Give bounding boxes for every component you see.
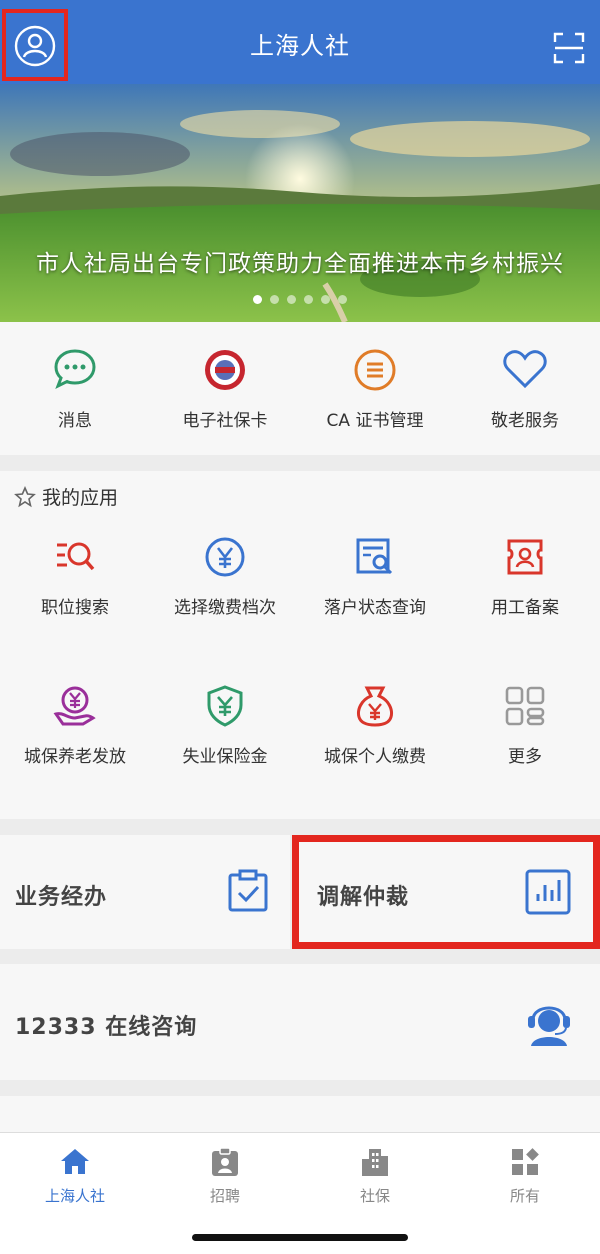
- building-icon: [362, 1149, 388, 1176]
- app-header: 上海人社: [0, 0, 600, 84]
- shield-yuan-icon: [207, 685, 243, 727]
- clipboard-check-icon: [228, 869, 268, 912]
- carousel-dot[interactable]: [270, 295, 279, 304]
- app-label: 落户状态查询: [324, 598, 426, 618]
- badge-icon: [212, 1147, 238, 1176]
- tab-social-security[interactable]: 社保: [300, 1133, 450, 1213]
- app-hukou-status[interactable]: 落户状态查询: [300, 535, 450, 645]
- carousel-dot[interactable]: [253, 295, 262, 304]
- banner-image: [0, 84, 600, 322]
- page-title: 上海人社: [250, 32, 350, 60]
- app-pension[interactable]: 城保养老发放: [0, 684, 150, 794]
- grid-more-icon: [505, 686, 545, 726]
- carousel-dots[interactable]: [0, 289, 600, 308]
- quick-actions: 消息 电子社保卡 CA 证书管理 敬老服务: [0, 322, 600, 455]
- carousel-dot[interactable]: [304, 295, 313, 304]
- banner-caption: 市人社局出台专门政策助力全面推进本市乡村振兴: [36, 251, 564, 277]
- message-icon: [54, 349, 96, 390]
- tab-label: 上海人社: [44, 1187, 105, 1205]
- carousel-dot[interactable]: [321, 295, 330, 304]
- mediation-card[interactable]: 调解仲裁: [292, 835, 600, 949]
- app-personal-payment[interactable]: 城保个人缴费: [300, 684, 450, 794]
- bar-chart-icon: [525, 869, 571, 915]
- home-icon: [61, 1149, 89, 1174]
- scan-icon[interactable]: [553, 32, 585, 64]
- money-bag-icon: [357, 686, 393, 727]
- heart-icon: [503, 350, 547, 389]
- app-label: 失业保险金: [182, 747, 268, 767]
- card-title: 12333 在线咨询: [15, 1015, 198, 1040]
- card-title: 业务经办: [15, 885, 108, 910]
- carousel-dot[interactable]: [338, 295, 347, 304]
- quick-item-ca[interactable]: CA 证书管理: [300, 322, 450, 455]
- job-search-icon: [57, 542, 95, 571]
- consult-card[interactable]: 12333 在线咨询: [0, 964, 600, 1080]
- employment-record-icon: [507, 539, 543, 575]
- tab-home[interactable]: 上海人社: [0, 1133, 150, 1213]
- app-employment-record[interactable]: 用工备案: [450, 535, 600, 645]
- news-banner[interactable]: 市人社局出台专门政策助力全面推进本市乡村振兴: [0, 84, 600, 322]
- quick-item-label: CA 证书管理: [326, 411, 424, 431]
- app-label: 更多: [508, 747, 542, 767]
- business-card[interactable]: 业务经办: [0, 835, 290, 949]
- app-label: 选择缴费档次: [174, 598, 276, 618]
- document-search-icon: [356, 538, 393, 575]
- card-title: 调解仲裁: [317, 885, 410, 910]
- quick-item-ecard[interactable]: 电子社保卡: [150, 322, 300, 455]
- quick-item-label: 敬老服务: [491, 411, 559, 431]
- app-job-search[interactable]: 职位搜索: [0, 535, 150, 645]
- tab-all[interactable]: 所有: [450, 1133, 600, 1213]
- app-label: 职位搜索: [41, 598, 109, 618]
- section-title: 我的应用: [14, 483, 118, 510]
- quick-item-label: 电子社保卡: [182, 411, 268, 431]
- quick-item-elderly[interactable]: 敬老服务: [450, 322, 600, 455]
- carousel-dot[interactable]: [287, 295, 296, 304]
- next-card-partial: [0, 1096, 600, 1132]
- app-label: 城保个人缴费: [324, 747, 426, 767]
- tab-label: 招聘: [209, 1187, 240, 1205]
- customer-service-icon: [528, 1006, 570, 1046]
- app-label: 用工备案: [491, 598, 559, 618]
- app-label: 城保养老发放: [24, 747, 126, 767]
- social-security-card-icon: [205, 350, 245, 390]
- tab-label: 社保: [359, 1187, 390, 1205]
- home-indicator[interactable]: [192, 1234, 408, 1241]
- app-unemployment[interactable]: 失业保险金: [150, 684, 300, 794]
- app-more[interactable]: 更多: [450, 684, 600, 794]
- all-apps-icon: [512, 1148, 539, 1175]
- my-apps-section: 我的应用 职位搜索 选择缴费档次 落户状态查询 用工备案 城保养老发放 失业保险…: [0, 471, 600, 819]
- quick-item-message[interactable]: 消息: [0, 322, 150, 455]
- tab-label: 所有: [509, 1187, 540, 1205]
- pension-icon: [53, 686, 96, 726]
- star-icon: [14, 485, 36, 508]
- certificate-icon: [354, 349, 396, 391]
- section-title-text: 我的应用: [42, 487, 119, 509]
- yuan-circle-icon: [205, 537, 245, 577]
- app-payment-level[interactable]: 选择缴费档次: [150, 535, 300, 645]
- quick-item-label: 消息: [58, 411, 92, 431]
- tab-recruit[interactable]: 招聘: [150, 1133, 300, 1213]
